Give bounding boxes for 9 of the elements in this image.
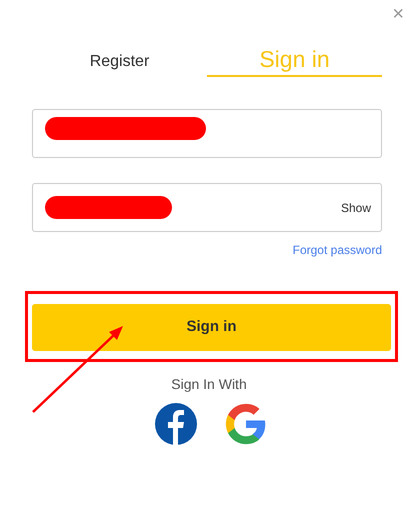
show-password-toggle[interactable]: Show xyxy=(340,198,371,216)
forgot-password-link[interactable]: Forgot password xyxy=(292,241,382,259)
input-field[interactable] xyxy=(32,109,382,158)
google-icon[interactable] xyxy=(225,403,267,445)
facebook-icon[interactable] xyxy=(155,403,197,445)
social-heading: Sign In With xyxy=(171,375,247,394)
input-field[interactable]: Show xyxy=(32,183,382,232)
tab[interactable]: Register xyxy=(32,42,207,77)
sign-in-button[interactable]: Sign in xyxy=(32,304,391,351)
